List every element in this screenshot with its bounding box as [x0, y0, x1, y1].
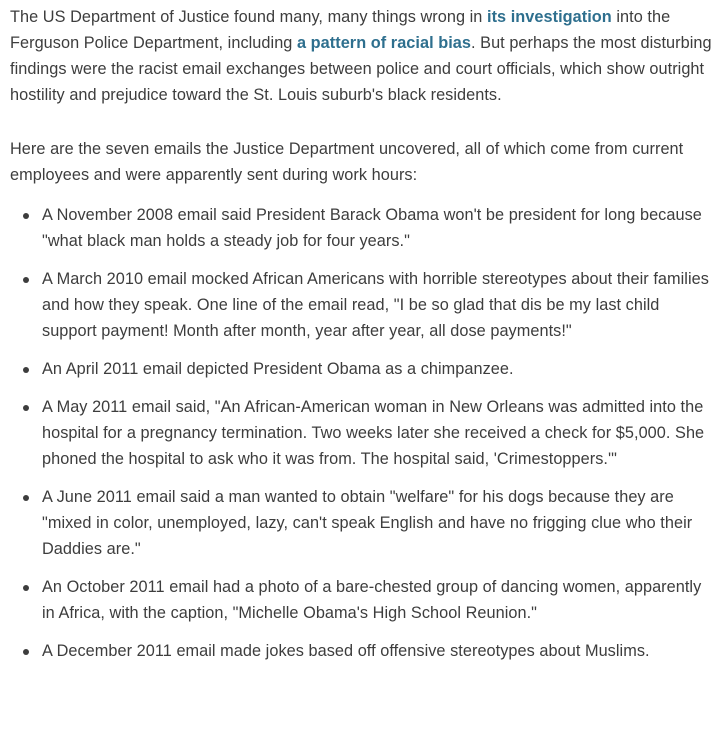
list-item: A June 2011 email said a man wanted to o…: [10, 484, 712, 562]
list-item: A May 2011 email said, "An African-Ameri…: [10, 394, 712, 472]
investigation-link[interactable]: its investigation: [487, 8, 612, 26]
list-item: A March 2010 email mocked African Americ…: [10, 266, 712, 344]
list-item: An April 2011 email depicted President O…: [10, 356, 712, 382]
list-item: A December 2011 email made jokes based o…: [10, 638, 712, 664]
racial-bias-link[interactable]: a pattern of racial bias: [297, 34, 471, 52]
intro-paragraph: The US Department of Justice found many,…: [10, 4, 712, 108]
list-item: An October 2011 email had a photo of a b…: [10, 574, 712, 626]
intro-text-1: The US Department of Justice found many,…: [10, 8, 487, 26]
article-body: The US Department of Justice found many,…: [10, 4, 712, 676]
email-list: A November 2008 email said President Bar…: [10, 202, 712, 664]
lead-paragraph: Here are the seven emails the Justice De…: [10, 140, 684, 184]
list-item: A November 2008 email said President Bar…: [10, 202, 712, 254]
